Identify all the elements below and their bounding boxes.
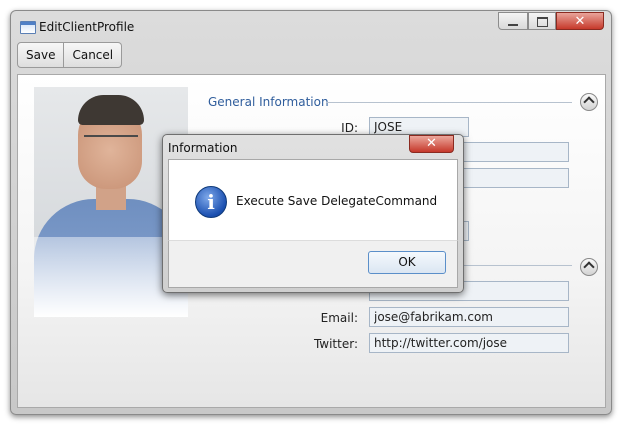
twitter-field[interactable] [369,333,569,353]
close-button[interactable]: ✕ [556,12,604,30]
close-icon: ✕ [574,14,586,29]
cancel-button[interactable]: Cancel [64,42,123,68]
save-button[interactable]: Save [17,42,65,68]
dialog-body: i Execute Save DelegateCommand [168,159,458,241]
email-field[interactable] [369,307,569,327]
id-label: ID: [341,121,358,135]
collapse-general-button[interactable] [580,93,598,111]
information-dialog: Information ✕ i Execute Save DelegateCom… [162,134,464,293]
info-icon: i [195,186,227,218]
ok-button[interactable]: OK [368,251,446,274]
window-icon [20,21,36,34]
toolbar: Save Cancel [17,42,123,68]
collapse-contact-button[interactable] [580,258,598,276]
window-title: EditClientProfile [39,20,135,34]
maximize-button[interactable] [528,12,556,30]
dialog-message: Execute Save DelegateCommand [236,194,438,208]
dialog-footer: OK [168,240,458,288]
email-label: Email: [320,311,358,325]
minimize-button[interactable] [498,12,528,30]
dialog-title: Information [168,141,238,155]
dialog-close-button[interactable]: ✕ [409,135,454,153]
section-divider [326,102,572,103]
general-info-heading: General Information [208,95,329,109]
twitter-label: Twitter: [313,337,358,351]
